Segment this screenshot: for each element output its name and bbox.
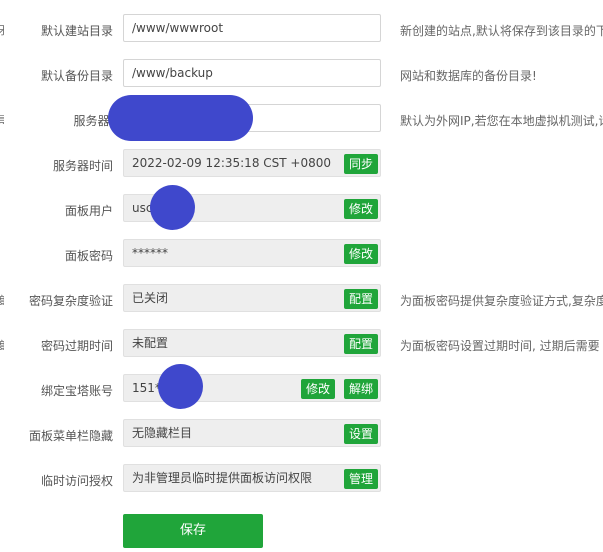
setting-row-password-complexity: 度 密码复杂度验证 已关闭 配置 为面板密码提供复杂度验证方式,复杂度 bbox=[0, 284, 603, 314]
setting-row-menu-hide: 面板菜单栏隐藏 无隐藏栏目 设置 bbox=[0, 419, 603, 449]
edge-text: 具 bbox=[0, 112, 4, 128]
password-complexity-label: 密码复杂度验证 bbox=[28, 294, 113, 308]
server-ip-hint: 默认为外网IP,若您在本地虚拟机测试,请 bbox=[400, 114, 603, 128]
password-complexity-value: 已关闭 bbox=[123, 284, 381, 312]
panel-password-label: 面板密码 bbox=[64, 249, 113, 263]
setting-row-server-time: 服务器时间 2022-02-09 12:35:18 CST +0800 同步 bbox=[0, 149, 603, 179]
server-time-label: 服务器时间 bbox=[52, 159, 113, 173]
menu-hide-value: 无隐藏栏目 bbox=[123, 419, 381, 447]
edge-text: 牙 bbox=[0, 22, 4, 38]
menu-hide-settings-button[interactable]: 设置 bbox=[344, 424, 379, 444]
setting-row-panel-user: 面板用户 usc 修改 bbox=[0, 194, 603, 224]
site-dir-label: 默认建站目录 bbox=[40, 24, 113, 38]
site-dir-input[interactable]: /www/wwwroot bbox=[123, 14, 381, 42]
setting-row-panel-password: 面板密码 ****** 修改 bbox=[0, 239, 603, 269]
password-expiry-label: 密码过期时间 bbox=[40, 339, 113, 353]
bt-account-label: 绑定宝塔账号 bbox=[40, 384, 113, 398]
backup-dir-hint: 网站和数据库的备份目录! bbox=[400, 69, 537, 83]
sync-time-button[interactable]: 同步 bbox=[344, 154, 379, 174]
server-ip-label: 服务器I bbox=[73, 114, 113, 128]
password-expiry-value: 未配置 bbox=[123, 329, 381, 357]
edit-bt-account-button[interactable]: 修改 bbox=[301, 379, 336, 399]
edge-text: 度 bbox=[0, 337, 4, 353]
edge-text: 度 bbox=[0, 292, 4, 308]
backup-dir-input[interactable]: /www/backup bbox=[123, 59, 381, 87]
configure-complexity-button[interactable]: 配置 bbox=[344, 289, 379, 309]
redaction-mark bbox=[158, 364, 203, 409]
redaction-mark bbox=[150, 185, 195, 230]
password-complexity-hint: 为面板密码提供复杂度验证方式,复杂度 bbox=[400, 294, 603, 308]
unbind-bt-account-button[interactable]: 解绑 bbox=[344, 379, 379, 399]
setting-row-password-expiry: 度 密码过期时间 未配置 配置 为面板密码设置过期时间, 过期后需要 bbox=[0, 329, 603, 359]
redaction-mark bbox=[108, 95, 253, 141]
setting-row-bt-account: 绑定宝塔账号 151* 修改 解绑 bbox=[0, 374, 603, 404]
configure-expiry-button[interactable]: 配置 bbox=[344, 334, 379, 354]
backup-dir-label: 默认备份目录 bbox=[40, 69, 113, 83]
manage-temp-access-button[interactable]: 管理 bbox=[344, 469, 379, 489]
site-dir-hint: 新创建的站点,默认将保存到该目录的下 bbox=[400, 24, 603, 38]
password-expiry-hint: 为面板密码设置过期时间, 过期后需要 bbox=[400, 339, 600, 353]
server-time-value: 2022-02-09 12:35:18 CST +0800 bbox=[123, 149, 381, 177]
panel-password-value: ****** bbox=[123, 239, 381, 267]
setting-row-temp-access: 临时访问授权 为非管理员临时提供面板访问权限 管理 bbox=[0, 464, 603, 494]
setting-row-site-dir: 牙 默认建站目录 /www/wwwroot 新创建的站点,默认将保存到该目录的下 bbox=[0, 14, 603, 44]
panel-user-label: 面板用户 bbox=[64, 204, 113, 218]
setting-row-server-ip: 具 服务器I 默认为外网IP,若您在本地虚拟机测试,请 bbox=[0, 104, 603, 134]
setting-row-backup-dir: 默认备份目录 /www/backup 网站和数据库的备份目录! bbox=[0, 59, 603, 89]
save-button[interactable]: 保存 bbox=[123, 514, 263, 548]
edit-panel-user-button[interactable]: 修改 bbox=[344, 199, 379, 219]
edit-panel-password-button[interactable]: 修改 bbox=[344, 244, 379, 264]
temp-access-label: 临时访问授权 bbox=[40, 474, 113, 488]
temp-access-value: 为非管理员临时提供面板访问权限 bbox=[123, 464, 381, 492]
menu-hide-label: 面板菜单栏隐藏 bbox=[28, 429, 113, 443]
